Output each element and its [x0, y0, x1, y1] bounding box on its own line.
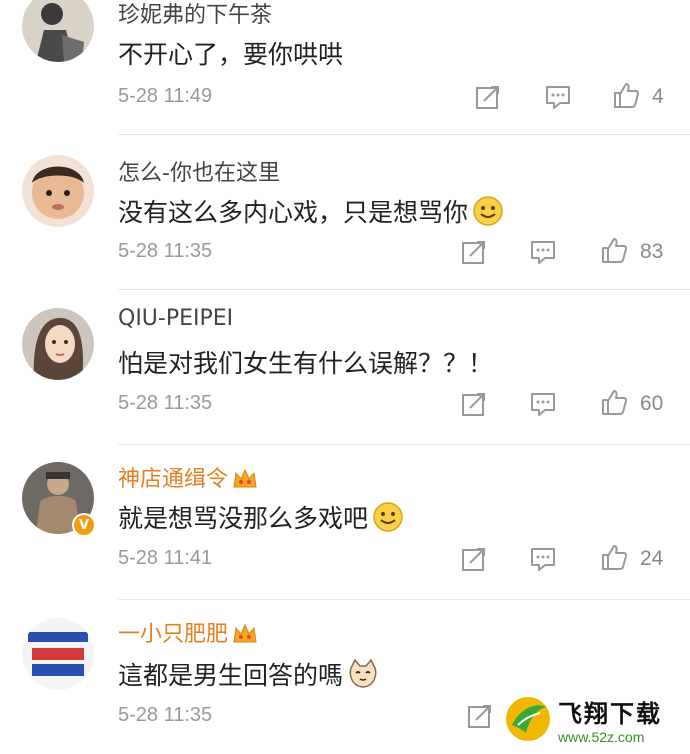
- like-count: 24: [640, 547, 664, 570]
- smile-emoji-icon: [373, 502, 403, 532]
- username[interactable]: 神店通缉令: [118, 461, 258, 493]
- comment-text: 就是想骂没那么多戏吧: [118, 499, 404, 535]
- avatar[interactable]: [22, 0, 94, 62]
- comment-text: 没有这么多内心戏，只是想骂你: [118, 193, 504, 229]
- member-crown-icon: [233, 468, 257, 488]
- comment-text-content: 這都是男生回答的嗎: [118, 661, 344, 690]
- comment-icon[interactable]: [529, 390, 557, 418]
- repost-icon[interactable]: [466, 702, 494, 730]
- avatar-photo-icon: [22, 308, 94, 380]
- username[interactable]: 怎么-你也在这里: [118, 155, 280, 187]
- comment-text: 不开心了，要你哄哄: [118, 40, 344, 69]
- watermark: 飞翔下载 www.52z.com: [504, 690, 684, 748]
- comment-list: 珍妮弗的下午茶 不开心了，要你哄哄 5-28 11:49 4 怎么-你也在这里 …: [0, 0, 690, 754]
- username[interactable]: 珍妮弗的下午茶: [118, 0, 272, 29]
- comment-item: V 神店通缉令 就是想骂没那么多戏吧 5-28 11:41 24: [0, 445, 690, 600]
- comment-item: 珍妮弗的下午茶 不开心了，要你哄哄 5-28 11:49 4: [0, 0, 690, 135]
- repost-icon[interactable]: [460, 390, 488, 418]
- repost-icon[interactable]: [474, 83, 502, 111]
- comment-time: 5-28 11:35: [118, 704, 213, 726]
- verified-badge-icon: V: [72, 513, 96, 537]
- username[interactable]: QIU-PEIPEI: [118, 306, 233, 331]
- like-count: 4: [652, 85, 664, 108]
- cat-emoji-icon: [349, 658, 377, 688]
- avatar-photo-icon: [22, 618, 94, 690]
- comment-time: 5-28 11:41: [118, 547, 213, 569]
- like-icon[interactable]: [600, 236, 628, 264]
- avatar-photo-icon: [22, 155, 94, 227]
- username[interactable]: 一小只肥肥: [118, 616, 258, 648]
- watermark-url: www.52z.com: [558, 728, 645, 745]
- comment-item: 怎么-你也在这里 没有这么多内心戏，只是想骂你 5-28 11:35 83: [0, 135, 690, 290]
- watermark-title: 飞翔下载: [558, 699, 662, 728]
- like-count: 60: [640, 392, 664, 415]
- comment-text: 這都是男生回答的嗎: [118, 656, 379, 692]
- comment-text-content: 没有这么多内心戏，只是想骂你: [118, 198, 469, 227]
- avatar[interactable]: [22, 618, 94, 690]
- comment-text-content: 就是想骂没那么多戏吧: [118, 504, 369, 533]
- comment-time: 5-28 11:35: [118, 392, 213, 414]
- avatar[interactable]: [22, 308, 94, 380]
- repost-icon[interactable]: [460, 238, 488, 266]
- avatar-photo-icon: [22, 0, 94, 62]
- like-icon[interactable]: [612, 81, 640, 109]
- comment-icon[interactable]: [529, 545, 557, 573]
- comment-text: 怕是对我们女生有什么误解？？！: [118, 349, 494, 378]
- comment-time: 5-28 11:35: [118, 240, 213, 262]
- like-icon[interactable]: [600, 543, 628, 571]
- comment-time: 5-28 11:49: [118, 85, 213, 107]
- smile-emoji-icon: [473, 196, 503, 226]
- comment-icon[interactable]: [529, 238, 557, 266]
- repost-icon[interactable]: [460, 545, 488, 573]
- like-icon[interactable]: [600, 388, 628, 416]
- avatar[interactable]: [22, 155, 94, 227]
- username-text: 神店通缉令: [118, 467, 229, 492]
- site-logo-icon: [506, 697, 550, 741]
- username-text: 一小只肥肥: [118, 622, 229, 647]
- comment-icon[interactable]: [544, 83, 572, 111]
- like-count: 83: [640, 240, 664, 263]
- member-crown-icon: [233, 623, 257, 643]
- comment-item: QIU-PEIPEI 怕是对我们女生有什么误解？？！ 5-28 11:35 60: [0, 290, 690, 445]
